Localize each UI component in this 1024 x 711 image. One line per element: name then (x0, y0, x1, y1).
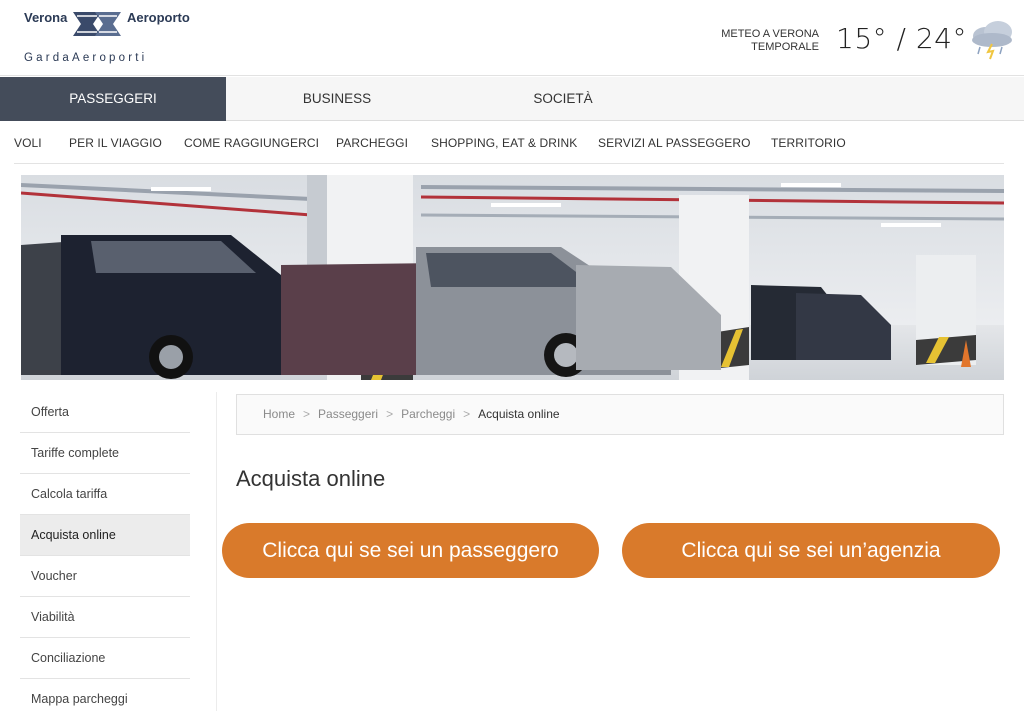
sidebar-nav: Offerta Tariffe complete Calcola tariffa… (20, 392, 190, 711)
subnav-per-il-viaggio[interactable]: PER IL VIAGGIO (69, 136, 162, 150)
subnav-come-raggiungerci[interactable]: COME RAGGIUNGERCI (184, 136, 319, 150)
logo-mark-icon (73, 12, 121, 36)
tab-passeggeri[interactable]: PASSEGGERI (0, 77, 226, 121)
breadcrumb: Home > Passeggeri > Parcheggi > Acquista onlin… (236, 394, 1004, 435)
sidebar-item-acquista-online[interactable]: Acquista online (20, 515, 190, 556)
logo-text-verona: Verona (24, 10, 68, 25)
breadcrumb-parcheggi[interactable]: Parcheggi (401, 407, 455, 421)
storm-cloud-icon (972, 21, 1012, 60)
logo-subtitle: GardaAeroporti (24, 52, 148, 64)
breadcrumb-separator: > (303, 407, 311, 421)
tab-societa[interactable]: SOCIETÀ (448, 77, 678, 121)
subnav-parcheggi[interactable]: PARCHEGGI (336, 136, 408, 150)
breadcrumb-home[interactable]: Home (263, 407, 295, 421)
hero-parking-image (21, 175, 1004, 380)
subnav-servizi[interactable]: SERVIZI AL PASSEGGERO (598, 136, 751, 150)
sidebar-item-viabilita[interactable]: Viabilità (20, 597, 190, 638)
weather-location: METEO A VERONA (721, 28, 819, 40)
tab-business[interactable]: BUSINESS (226, 77, 448, 121)
subnav-shopping[interactable]: SHOPPING, EAT & DRINK (431, 136, 577, 150)
main-nav: PASSEGGERI BUSINESS SOCIETÀ (0, 77, 1024, 121)
logo[interactable]: Verona Aeroporto GardaAeroporti (24, 4, 204, 70)
sidebar-item-voucher[interactable]: Voucher (20, 556, 190, 597)
sidebar-item-tariffe-complete[interactable]: Tariffe complete (20, 433, 190, 474)
agency-cta-button[interactable]: Clicca qui se sei un’agenzia (622, 523, 1000, 578)
sidebar-item-mappa-parcheggi[interactable]: Mappa parcheggi (20, 679, 190, 711)
breadcrumb-current: Acquista online (478, 407, 560, 421)
weather-temperatures: 15° / 24° (836, 22, 967, 55)
sidebar-item-offerta[interactable]: Offerta (20, 392, 190, 433)
sidebar-divider (216, 392, 217, 711)
subnav-divider (14, 163, 1004, 164)
logo-text-aeroporto: Aeroporto (127, 10, 190, 25)
page-title: Acquista online (236, 466, 386, 491)
passenger-cta-button[interactable]: Clicca qui se sei un passeggero (222, 523, 599, 578)
breadcrumb-passeggeri[interactable]: Passeggeri (318, 407, 378, 421)
breadcrumb-separator: > (386, 407, 394, 421)
subnav-voli[interactable]: VOLI (14, 136, 42, 150)
subnav-territorio[interactable]: TERRITORIO (771, 136, 846, 150)
site-header: Verona Aeroporto GardaAeroporti METEO A … (0, 0, 1024, 76)
sidebar-item-conciliazione[interactable]: Conciliazione (20, 638, 190, 679)
weather-label: METEO A VERONA TEMPORALE (689, 28, 819, 54)
sidebar-item-calcola-tariffa[interactable]: Calcola tariffa (20, 474, 190, 515)
weather-condition: TEMPORALE (751, 41, 819, 53)
breadcrumb-separator: > (463, 407, 471, 421)
sub-nav: VOLI PER IL VIAGGIO COME RAGGIUNGERCI PA… (0, 122, 1024, 164)
